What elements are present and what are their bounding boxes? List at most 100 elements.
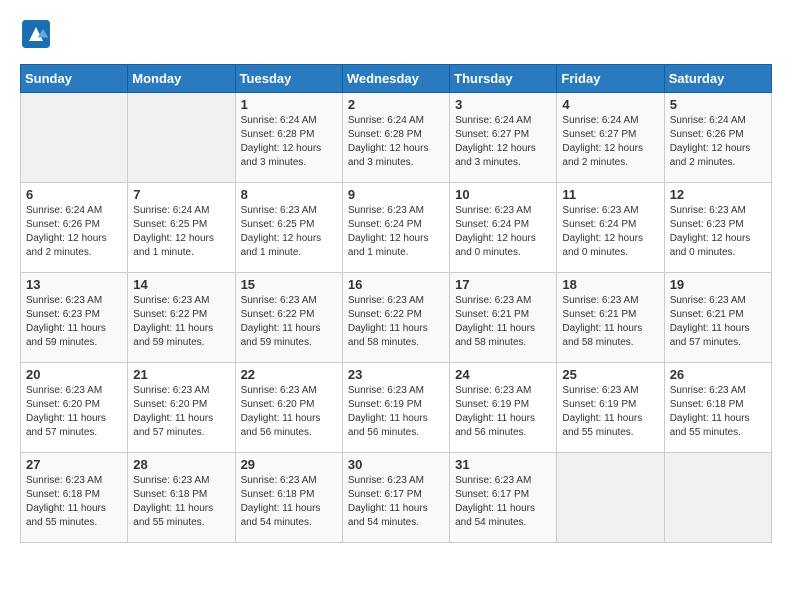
weekday-header-tuesday: Tuesday [235,65,342,93]
day-number: 25 [562,367,658,382]
calendar-week-row: 1 Sunrise: 6:24 AM Sunset: 6:28 PM Daylig… [21,93,772,183]
calendar-cell [557,453,664,543]
calendar-cell: 15 Sunrise: 6:23 AM Sunset: 6:22 PM Dayli… [235,273,342,363]
day-number: 5 [670,97,766,112]
calendar-cell: 26Sunrise: 6:23 AM Sunset: 6:18 PM Dayli… [664,363,771,453]
calendar-cell: 14Sunrise: 6:23 AM Sunset: 6:22 PM Dayli… [128,273,235,363]
calendar-cell: 7Sunrise: 6:24 AM Sunset: 6:25 PM Daylig… [128,183,235,273]
day-info: Sunrise: 6:23 AM Sunset: 6:25 PM Dayligh… [241,204,337,260]
calendar-cell: 10 Sunrise: 6:23 AM Sunset: 6:24 PM Dayli… [450,183,557,273]
calendar-cell: 3 Sunrise: 6:24 AM Sunset: 6:27 PM Daylig… [450,93,557,183]
day-number: 9 [348,187,444,202]
day-number: 17 [455,277,551,292]
weekday-header-thursday: Thursday [450,65,557,93]
day-info: Sunrise: 6:23 AM Sunset: 6:20 PM Dayligh… [26,384,122,440]
calendar-week-row: 6 Sunrise: 6:24 AM Sunset: 6:26 PM Daylig… [21,183,772,273]
day-number: 29 [241,457,337,472]
calendar-cell: 11Sunrise: 6:23 AM Sunset: 6:24 PM Dayli… [557,183,664,273]
day-number: 14 [133,277,229,292]
day-info: Sunrise: 6:23 AM Sunset: 6:19 PM Dayligh… [455,384,551,440]
logo [20,20,54,48]
day-number: 10 [455,187,551,202]
day-number: 12 [670,187,766,202]
day-info: Sunrise: 6:24 AM Sunset: 6:26 PM Dayligh… [26,204,122,260]
calendar-header-row: SundayMondayTuesdayWednesdayThursdayFrid… [21,65,772,93]
calendar-week-row: 27 Sunrise: 6:23 AM Sunset: 6:18 PM Dayli… [21,453,772,543]
day-number: 3 [455,97,551,112]
weekday-header-friday: Friday [557,65,664,93]
day-number: 31 [455,457,551,472]
logo-icon [22,20,50,48]
day-number: 16 [348,277,444,292]
day-info: Sunrise: 6:23 AM Sunset: 6:17 PM Dayligh… [455,474,551,530]
day-info: Sunrise: 6:24 AM Sunset: 6:27 PM Dayligh… [455,114,551,170]
day-info: Sunrise: 6:23 AM Sunset: 6:21 PM Dayligh… [670,294,766,350]
calendar-cell: 12 Sunrise: 6:23 AM Sunset: 6:23 PM Dayli… [664,183,771,273]
day-number: 27 [26,457,122,472]
day-number: 21 [133,367,229,382]
day-info: Sunrise: 6:23 AM Sunset: 6:19 PM Dayligh… [562,384,658,440]
day-info: Sunrise: 6:23 AM Sunset: 6:22 PM Dayligh… [241,294,337,350]
weekday-header-monday: Monday [128,65,235,93]
day-info: Sunrise: 6:24 AM Sunset: 6:27 PM Dayligh… [562,114,658,170]
calendar-cell: 22 Sunrise: 6:23 AM Sunset: 6:20 PM Dayli… [235,363,342,453]
calendar-cell: 23Sunrise: 6:23 AM Sunset: 6:19 PM Dayli… [342,363,449,453]
weekday-header-sunday: Sunday [21,65,128,93]
calendar-cell: 8 Sunrise: 6:23 AM Sunset: 6:25 PM Daylig… [235,183,342,273]
day-info: Sunrise: 6:23 AM Sunset: 6:20 PM Dayligh… [133,384,229,440]
calendar-cell [664,453,771,543]
calendar-cell: 16 Sunrise: 6:23 AM Sunset: 6:22 PM Dayli… [342,273,449,363]
day-info: Sunrise: 6:23 AM Sunset: 6:22 PM Dayligh… [348,294,444,350]
calendar-cell: 18Sunrise: 6:23 AM Sunset: 6:21 PM Dayli… [557,273,664,363]
day-number: 6 [26,187,122,202]
calendar-cell [128,93,235,183]
day-info: Sunrise: 6:23 AM Sunset: 6:18 PM Dayligh… [241,474,337,530]
day-number: 2 [348,97,444,112]
calendar-cell: 30 Sunrise: 6:23 AM Sunset: 6:17 PM Dayli… [342,453,449,543]
calendar-cell: 25 Sunrise: 6:23 AM Sunset: 6:19 PM Dayli… [557,363,664,453]
calendar-week-row: 20Sunrise: 6:23 AM Sunset: 6:20 PM Dayli… [21,363,772,453]
calendar-cell: 17 Sunrise: 6:23 AM Sunset: 6:21 PM Dayli… [450,273,557,363]
calendar-cell: 13Sunrise: 6:23 AM Sunset: 6:23 PM Dayli… [21,273,128,363]
day-number: 7 [133,187,229,202]
day-number: 30 [348,457,444,472]
weekday-header-saturday: Saturday [664,65,771,93]
day-info: Sunrise: 6:24 AM Sunset: 6:26 PM Dayligh… [670,114,766,170]
day-number: 26 [670,367,766,382]
day-info: Sunrise: 6:23 AM Sunset: 6:20 PM Dayligh… [241,384,337,440]
day-number: 15 [241,277,337,292]
weekday-header-wednesday: Wednesday [342,65,449,93]
day-number: 13 [26,277,122,292]
day-info: Sunrise: 6:23 AM Sunset: 6:24 PM Dayligh… [562,204,658,260]
calendar-cell: 24Sunrise: 6:23 AM Sunset: 6:19 PM Dayli… [450,363,557,453]
calendar-table: SundayMondayTuesdayWednesdayThursdayFrid… [20,64,772,543]
calendar-cell: 21 Sunrise: 6:23 AM Sunset: 6:20 PM Dayli… [128,363,235,453]
day-info: Sunrise: 6:23 AM Sunset: 6:21 PM Dayligh… [455,294,551,350]
day-number: 8 [241,187,337,202]
calendar-cell: 9 Sunrise: 6:23 AM Sunset: 6:24 PM Daylig… [342,183,449,273]
day-info: Sunrise: 6:23 AM Sunset: 6:18 PM Dayligh… [133,474,229,530]
calendar-cell: 20Sunrise: 6:23 AM Sunset: 6:20 PM Dayli… [21,363,128,453]
day-number: 1 [241,97,337,112]
day-info: Sunrise: 6:23 AM Sunset: 6:24 PM Dayligh… [348,204,444,260]
day-number: 4 [562,97,658,112]
calendar-cell: 29 Sunrise: 6:23 AM Sunset: 6:18 PM Dayli… [235,453,342,543]
day-number: 22 [241,367,337,382]
day-number: 28 [133,457,229,472]
day-info: Sunrise: 6:23 AM Sunset: 6:24 PM Dayligh… [455,204,551,260]
calendar-cell: 5 Sunrise: 6:24 AM Sunset: 6:26 PM Daylig… [664,93,771,183]
day-number: 19 [670,277,766,292]
day-info: Sunrise: 6:24 AM Sunset: 6:28 PM Dayligh… [241,114,337,170]
calendar-cell: 1 Sunrise: 6:24 AM Sunset: 6:28 PM Daylig… [235,93,342,183]
calendar-cell: 31 Sunrise: 6:23 AM Sunset: 6:17 PM Dayli… [450,453,557,543]
day-info: Sunrise: 6:23 AM Sunset: 6:23 PM Dayligh… [670,204,766,260]
calendar-week-row: 13Sunrise: 6:23 AM Sunset: 6:23 PM Dayli… [21,273,772,363]
calendar-cell [21,93,128,183]
calendar-cell: 2Sunrise: 6:24 AM Sunset: 6:28 PM Daylig… [342,93,449,183]
calendar-cell: 27Sunrise: 6:23 AM Sunset: 6:18 PM Dayli… [21,453,128,543]
calendar-cell: 19 Sunrise: 6:23 AM Sunset: 6:21 PM Dayli… [664,273,771,363]
day-number: 18 [562,277,658,292]
calendar-cell: 4 Sunrise: 6:24 AM Sunset: 6:27 PM Daylig… [557,93,664,183]
day-number: 23 [348,367,444,382]
day-info: Sunrise: 6:23 AM Sunset: 6:17 PM Dayligh… [348,474,444,530]
